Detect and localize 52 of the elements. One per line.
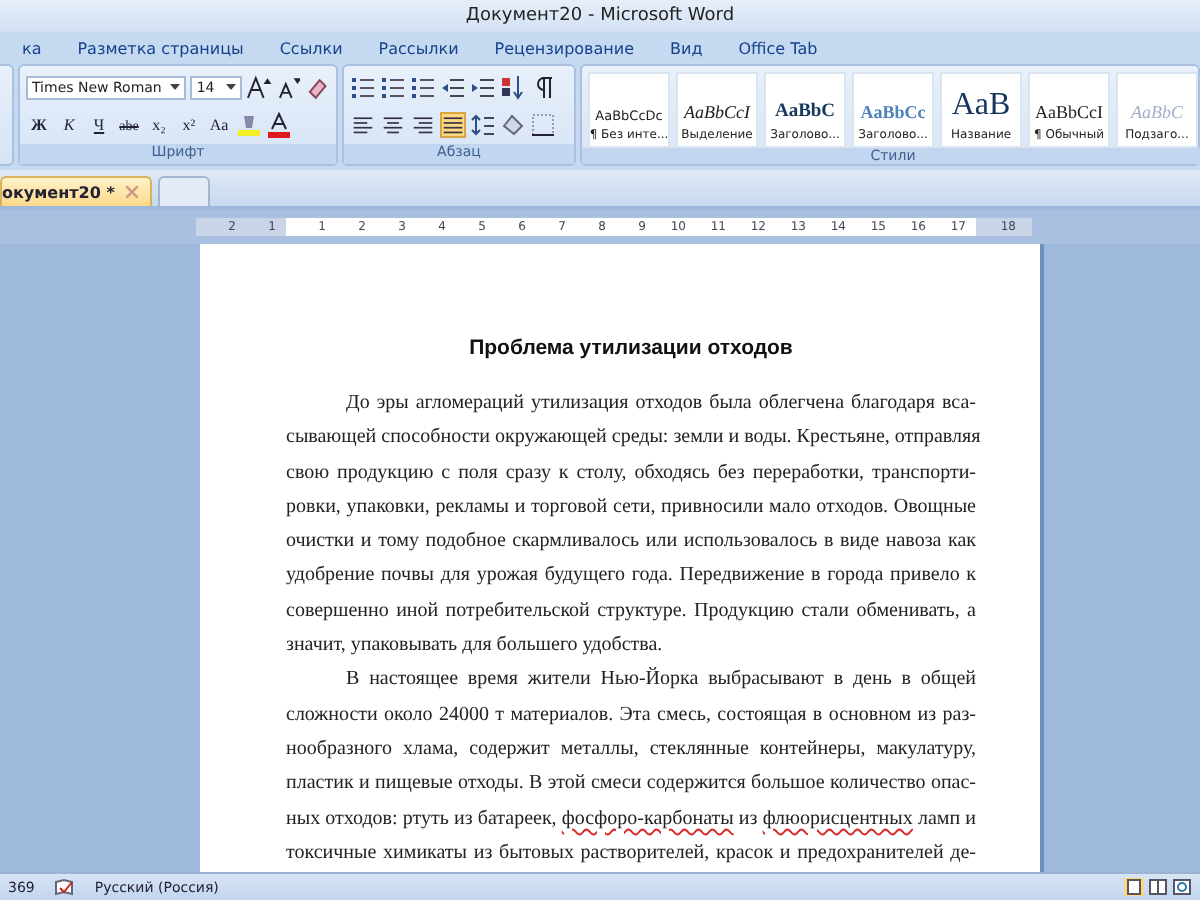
format-button[interactable]: Ж [26,112,52,138]
ribbon-group [0,64,14,166]
text-line: сывающей способности окружающей среды: земли и воды. Крестьяне, отправляя [286,424,976,453]
reading-view-icon[interactable] [1148,878,1168,896]
ribbon-tab[interactable]: Office Tab [720,35,836,61]
line-spacing-icon[interactable] [470,112,496,138]
text-line: сложности около 24000 т материалов. Эта смесь, состоящая в основном из раз- [286,701,976,730]
print-layout-icon[interactable] [1124,878,1144,896]
proofing-book-icon[interactable] [54,878,75,896]
format-button[interactable]: К [56,112,82,138]
format-button[interactable]: Aa [206,112,232,138]
align-button[interactable] [380,112,406,138]
ribbon-tab[interactable]: Рецензирование [476,35,653,61]
borders-icon[interactable] [530,112,556,138]
text-line: ных отходов: ртуть из батареек, фосфоро-карбонаты из флюорисцентных ламп и [286,805,976,834]
grow-font-icon[interactable] [245,74,272,100]
text-line: пластик и пищевые отходы. В этой смеси содержится большое количество опас- [286,770,976,799]
dropdown-caret-icon[interactable] [225,84,236,90]
align-button[interactable] [410,112,436,138]
ribbon-tab[interactable]: Ссылки [261,35,361,61]
text-line: удобрение почвы для урожая будущего года. Передвижение в города привело к [286,562,976,591]
text-line: ровки, упаковки, рекламы и торговой сети, привносили мало отходов. Овощные [286,493,976,522]
text-line: токсичные химикаты из бытовых растворителей, красок и предохранителей де- [286,839,976,868]
text-line: свою продукцию с поля сразу к столу, обходясь без переработки, транспорти- [286,459,976,488]
ribbon-tab[interactable]: Вид [652,35,721,61]
web-layout-icon[interactable] [1172,878,1192,896]
format-button[interactable]: x₂ [146,112,172,138]
document-heading: Проблема утилизации отходов [467,336,795,360]
format-button[interactable]: Ч [86,112,112,138]
text-line: нообразного хлама, содержит металлы, стеклянные контейнеры, макулатуру, [286,735,976,764]
decrease-indent-icon[interactable] [440,74,466,100]
text-line: значит, упаковывать для большего удобства. [286,632,665,661]
window-title: Документ20 - Microsoft Word [465,6,735,26]
ribbon-tab[interactable]: Разметка страницы [59,35,262,61]
text-line: совершенно иной потребительской структуре. Продукцию стали обменивать, а [286,597,976,626]
shading-icon[interactable] [500,112,526,138]
dropdown-caret-icon[interactable] [170,84,181,90]
text-line: очистки и тому подобное скармливалось или использовалось в виде навоза как [286,528,976,557]
text-line: В настоящее время жители Нью-Йорка выбрасывают в день в общей [344,665,976,695]
align-button[interactable] [440,112,466,138]
ribbon-tab[interactable]: Рассылки [360,35,477,61]
increase-indent-icon[interactable] [470,74,496,100]
document-tab[interactable]: окумент20 * [0,176,153,206]
ribbon-tab[interactable]: ка [4,35,60,61]
eraser-icon[interactable] [304,74,331,100]
bullet-list-icon[interactable] [350,74,376,100]
shrink-font-icon[interactable] [275,74,301,100]
font-color-icon[interactable] [266,112,292,138]
text-line: До эры агломераций утилизация отходов была облегчена благодаря вса- [344,390,976,418]
align-button[interactable] [350,112,376,138]
format-button[interactable]: x² [176,112,202,138]
sort-icon[interactable] [500,74,526,100]
